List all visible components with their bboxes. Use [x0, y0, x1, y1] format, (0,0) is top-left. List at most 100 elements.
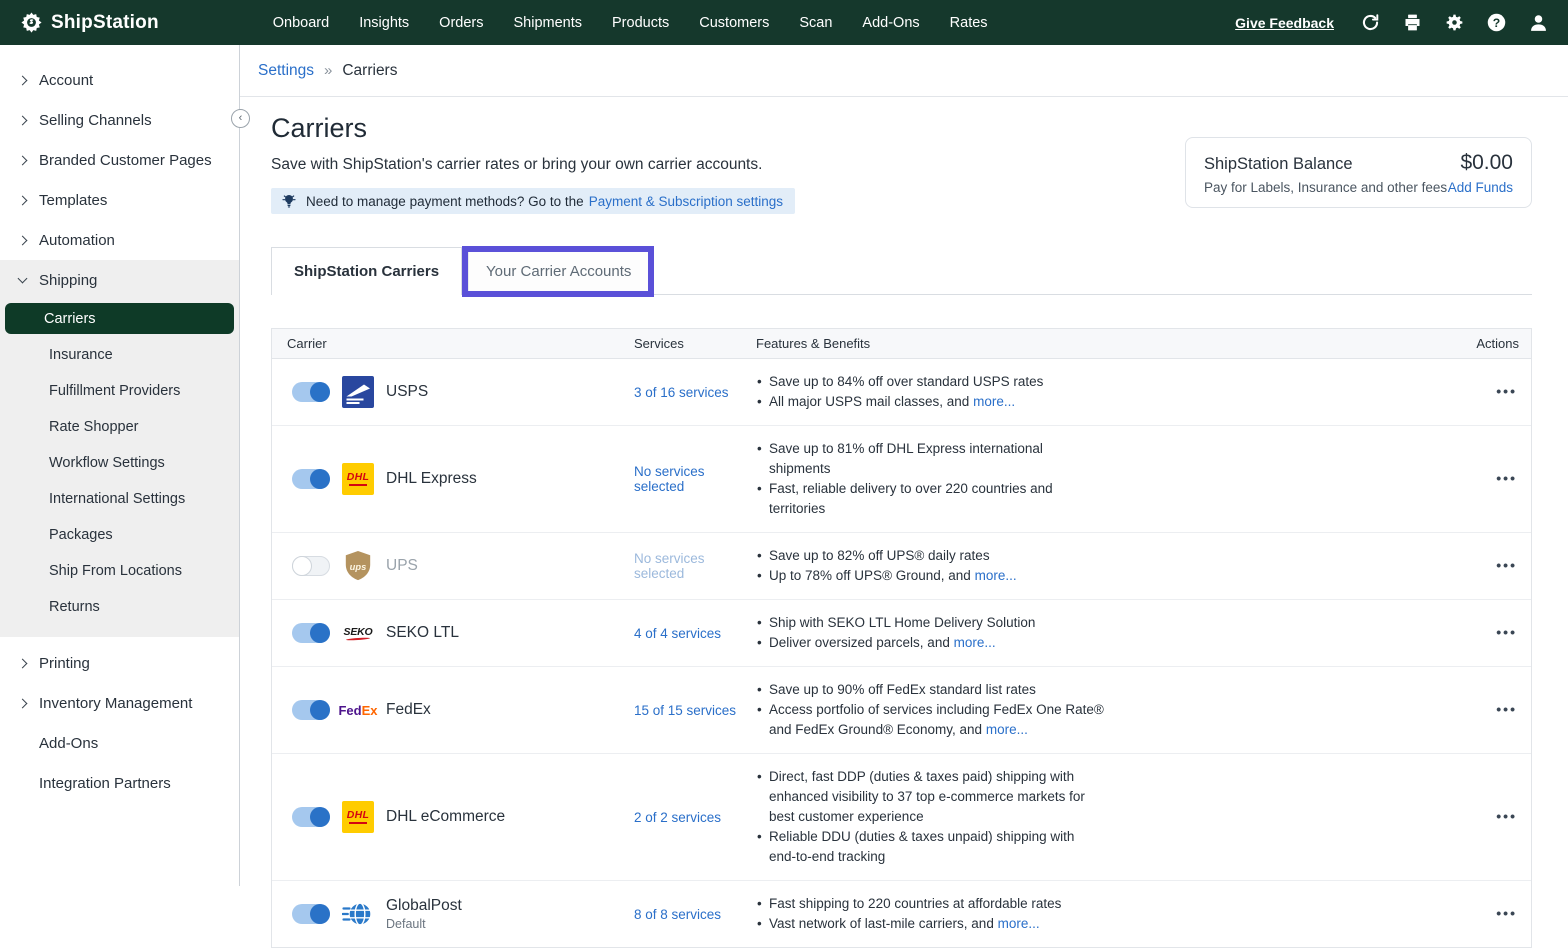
carrier-name-block: DHL eCommerce — [386, 808, 505, 826]
breadcrumb-settings-link[interactable]: Settings — [258, 62, 314, 80]
printer-icon[interactable] — [1400, 11, 1424, 35]
chevron-right-icon — [18, 75, 28, 85]
sidebar-item-label: Templates — [39, 192, 107, 209]
row-actions-menu-button[interactable]: ••• — [1496, 473, 1517, 483]
actions-cell: ••• — [1441, 557, 1531, 575]
sidebar-item-automation[interactable]: Automation — [0, 220, 239, 260]
nav-item-rates[interactable]: Rates — [948, 11, 990, 35]
carrier-cell: FedEx FedEx — [272, 694, 634, 726]
refresh-icon[interactable] — [1358, 11, 1382, 35]
sidebar-item-packages[interactable]: Packages — [5, 517, 234, 553]
nav-item-scan[interactable]: Scan — [797, 11, 834, 35]
table-header-row: Carrier Services Features & Benefits Act… — [272, 329, 1531, 359]
sidebar-item-shipping[interactable]: Shipping — [0, 260, 239, 300]
carrier-toggle[interactable] — [292, 700, 330, 720]
chevron-right-icon — [18, 698, 28, 708]
carrier-toggle[interactable] — [292, 623, 330, 643]
services-link[interactable]: No services selected — [634, 464, 756, 494]
more-link[interactable]: more... — [954, 635, 996, 650]
add-funds-link[interactable]: Add Funds — [1448, 180, 1513, 195]
more-link[interactable]: more... — [998, 916, 1040, 931]
sidebar-top-group: Account Selling Channels Branded Custome… — [0, 60, 239, 260]
sidebar-item-workflow-settings[interactable]: Workflow Settings — [5, 445, 234, 481]
sidebar-item-insurance[interactable]: Insurance — [5, 337, 234, 373]
toggle-knob — [310, 807, 330, 827]
carrier-toggle[interactable] — [292, 556, 330, 576]
carrier-toggle[interactable] — [292, 904, 330, 924]
payment-subscription-settings-link[interactable]: Payment & Subscription settings — [589, 194, 783, 209]
carrier-row-globalpost: GlobalPost Default 8 of 8 services Fast … — [272, 881, 1531, 947]
dhl-logo: DHL — [342, 463, 374, 495]
shipping-subitems: CarriersInsuranceFulfillment ProvidersRa… — [0, 303, 239, 625]
nav-item-products[interactable]: Products — [610, 11, 671, 35]
sidebar-item-label: Integration Partners — [39, 775, 171, 792]
carrier-toggle[interactable] — [292, 469, 330, 489]
nav-item-insights[interactable]: Insights — [357, 11, 411, 35]
give-feedback-link[interactable]: Give Feedback — [1235, 15, 1334, 31]
services-link[interactable]: 4 of 4 services — [634, 626, 756, 641]
row-actions-menu-button[interactable]: ••• — [1496, 811, 1517, 821]
actions-cell: ••• — [1441, 470, 1531, 488]
more-link[interactable]: more... — [986, 722, 1028, 737]
row-actions-menu-button[interactable]: ••• — [1496, 908, 1517, 918]
sidebar-item-international-settings[interactable]: International Settings — [5, 481, 234, 517]
sidebar-item-integration-partners[interactable]: Integration Partners — [0, 763, 239, 803]
sidebar-item-fulfillment-providers[interactable]: Fulfillment Providers — [5, 373, 234, 409]
carrier-row-seko-ltl: SEKO SEKO LTL 4 of 4 services Ship with … — [272, 600, 1531, 667]
sidebar-item-account[interactable]: Account — [0, 60, 239, 100]
sidebar-item-ship-from-locations[interactable]: Ship From Locations — [5, 553, 234, 589]
tab-your-carrier-accounts[interactable]: Your Carrier Accounts — [468, 252, 648, 291]
services-link[interactable]: 3 of 16 services — [634, 385, 756, 400]
sidebar-item-rate-shopper[interactable]: Rate Shopper — [5, 409, 234, 445]
features-cell: Ship with SEKO LTL Home Delivery Solutio… — [756, 613, 1441, 653]
sidebar-item-selling-channels[interactable]: Selling Channels — [0, 100, 239, 140]
services-link[interactable]: 15 of 15 services — [634, 703, 756, 718]
highlight-box: Your Carrier Accounts — [462, 246, 654, 297]
carrier-name-block: USPS — [386, 383, 428, 401]
account-icon[interactable] — [1526, 11, 1550, 35]
services-link[interactable]: 2 of 2 services — [634, 810, 756, 825]
nav-item-onboard[interactable]: Onboard — [271, 11, 331, 35]
feature-bullet: All major USPS mail classes, and more... — [756, 392, 1104, 412]
settings-gear-icon[interactable] — [1442, 11, 1466, 35]
nav-item-add-ons[interactable]: Add-Ons — [860, 11, 921, 35]
nav-item-shipments[interactable]: Shipments — [512, 11, 585, 35]
chevron-right-icon — [18, 115, 28, 125]
sidebar-item-label: Add-Ons — [39, 735, 98, 752]
banner-text: Need to manage payment methods? Go to th… — [306, 194, 584, 209]
sidebar-collapse-button[interactable]: ‹ — [231, 109, 250, 128]
chevron-right-icon — [18, 195, 28, 205]
more-link[interactable]: more... — [973, 394, 1015, 409]
sidebar-item-templates[interactable]: Templates — [0, 180, 239, 220]
more-link[interactable]: more... — [975, 568, 1017, 583]
services-link[interactable]: No services selected — [634, 551, 756, 581]
content: Carriers Save with ShipStation's carrier… — [240, 97, 1568, 948]
row-actions-menu-button[interactable]: ••• — [1496, 627, 1517, 637]
help-icon[interactable]: ? — [1484, 11, 1508, 35]
chevron-right-icon — [18, 658, 28, 668]
carrier-toggle[interactable] — [292, 807, 330, 827]
features-cell: Save up to 81% off DHL Express internati… — [756, 439, 1441, 519]
nav-item-customers[interactable]: Customers — [697, 11, 771, 35]
sidebar-item-inventory-management[interactable]: Inventory Management — [0, 683, 239, 723]
carrier-cell: DHL DHL eCommerce — [272, 801, 634, 833]
sidebar-item-printing[interactable]: Printing — [0, 643, 239, 683]
feature-bullet: Save up to 81% off DHL Express internati… — [756, 439, 1104, 479]
row-actions-menu-button[interactable]: ••• — [1496, 704, 1517, 714]
sidebar-item-add-ons[interactable]: Add-Ons — [0, 723, 239, 763]
carrier-name: USPS — [386, 383, 428, 401]
row-actions-menu-button[interactable]: ••• — [1496, 560, 1517, 570]
features-cell: Save up to 90% off FedEx standard list r… — [756, 680, 1441, 740]
row-actions-menu-button[interactable]: ••• — [1496, 386, 1517, 396]
actions-cell: ••• — [1441, 624, 1531, 642]
sidebar-item-carriers[interactable]: Carriers — [5, 303, 234, 334]
breadcrumb-separator: » — [324, 62, 332, 79]
sidebar-item-returns[interactable]: Returns — [5, 589, 234, 625]
nav-item-orders[interactable]: Orders — [437, 11, 485, 35]
carrier-toggle[interactable] — [292, 382, 330, 402]
toggle-knob — [292, 556, 312, 576]
chevron-right-icon — [18, 235, 28, 245]
tab-shipstation-carriers[interactable]: ShipStation Carriers — [271, 247, 462, 295]
services-link[interactable]: 8 of 8 services — [634, 907, 756, 922]
sidebar-item-branded-customer-pages[interactable]: Branded Customer Pages — [0, 140, 239, 180]
